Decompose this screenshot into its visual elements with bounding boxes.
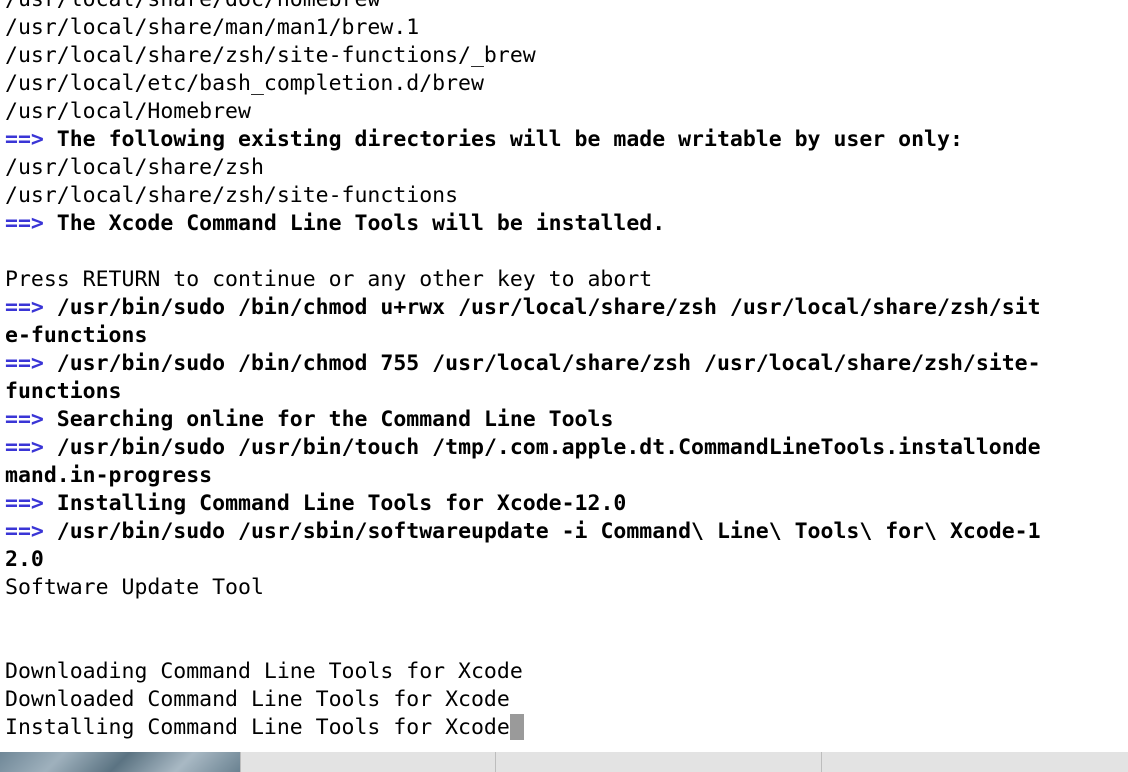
terminal-status-line: ==> The Xcode Command Line Tools will be…: [5, 210, 1041, 238]
terminal-line-text: Installing Command Line Tools for Xcode: [5, 715, 510, 740]
terminal-line: /usr/local/Homebrew: [5, 98, 1041, 126]
prompt-arrow: ==>: [5, 519, 44, 544]
terminal-line: Downloaded Command Line Tools for Xcode: [5, 686, 1041, 714]
terminal-line: /usr/local/etc/bash_completion.d/brew: [5, 70, 1041, 98]
terminal-line-text: Software Update Tool: [5, 575, 264, 600]
terminal-line-text: /usr/local/share/zsh: [5, 155, 264, 180]
terminal-status-line: ==> /usr/bin/sudo /bin/chmod 755 /usr/lo…: [5, 350, 1041, 378]
terminal-line: /usr/local/share/man/man1/brew.1: [5, 14, 1041, 42]
terminal-line-text: The Xcode Command Line Tools will be ins…: [56, 211, 666, 236]
terminal-line-text: Searching online for the Command Line To…: [56, 407, 614, 432]
background-window-edge[interactable]: [495, 752, 821, 772]
terminal-status-line: ==> Installing Command Line Tools for Xc…: [5, 490, 1041, 518]
terminal-line: Installing Command Line Tools for Xcode: [5, 714, 1041, 742]
terminal-line-text: Installing Command Line Tools for Xcode-…: [56, 491, 627, 516]
terminal-line-text: /usr/local/share/man/man1/brew.1: [5, 15, 420, 40]
terminal-line-text: Press RETURN to continue or any other ke…: [5, 267, 653, 292]
prompt-arrow: ==>: [5, 127, 44, 152]
terminal-line: mand.in-progress: [5, 462, 1041, 490]
text-cursor: [509, 714, 524, 740]
terminal-line-text: e-functions: [5, 323, 148, 348]
terminal-line-text: /usr/bin/sudo /usr/bin/touch /tmp/.com.a…: [56, 435, 1041, 460]
terminal-line-text: /usr/local/share/zsh/site-functions/_bre…: [5, 43, 536, 68]
terminal-line: /usr/local/share/doc/homebrew: [5, 0, 1041, 14]
terminal-line-text: /usr/bin/sudo /usr/sbin/softwareupdate -…: [56, 519, 1041, 544]
terminal-line: /usr/local/share/zsh/site-functions/_bre…: [5, 42, 1041, 70]
terminal-line-text: Downloaded Command Line Tools for Xcode: [5, 687, 510, 712]
background-window-edge[interactable]: [821, 752, 1128, 772]
terminal-line-text: /usr/bin/sudo /bin/chmod 755 /usr/local/…: [56, 351, 1041, 376]
terminal-line-text: The following existing directories will …: [56, 127, 963, 152]
terminal-status-line: ==> /usr/bin/sudo /usr/bin/touch /tmp/.c…: [5, 434, 1041, 462]
terminal-output: /usr/local/share/doc/homebrew/usr/local/…: [5, 0, 1041, 742]
terminal-line: /usr/local/share/zsh/site-functions: [5, 182, 1041, 210]
terminal-line-text: mand.in-progress: [5, 463, 213, 488]
terminal-line: /usr/local/share/zsh: [5, 154, 1041, 182]
terminal-line: Downloading Command Line Tools for Xcode: [5, 658, 1041, 686]
terminal-status-line: ==> /usr/bin/sudo /bin/chmod u+rwx /usr/…: [5, 294, 1041, 322]
terminal-line: e-functions: [5, 322, 1041, 350]
terminal-line-text: /usr/local/share/zsh/site-functions: [5, 183, 459, 208]
background-strip: [0, 752, 1128, 772]
prompt-arrow: ==>: [5, 295, 44, 320]
prompt-arrow: ==>: [5, 435, 44, 460]
terminal-line-text: functions: [5, 379, 122, 404]
terminal-line-text: /usr/local/share/doc/homebrew: [5, 0, 380, 12]
desktop-wallpaper: [0, 752, 240, 772]
terminal-line: functions: [5, 378, 1041, 406]
terminal-line-text: 2.0: [5, 547, 44, 572]
terminal-line: 2.0: [5, 546, 1041, 574]
terminal-line-text: /usr/local/Homebrew: [5, 99, 251, 124]
terminal-line-text: Downloading Command Line Tools for Xcode: [5, 659, 523, 684]
terminal-window[interactable]: /usr/local/share/doc/homebrew/usr/local/…: [0, 0, 1128, 752]
terminal-line-text: /usr/local/etc/bash_completion.d/brew: [5, 71, 484, 96]
terminal-status-line: ==> /usr/bin/sudo /usr/sbin/softwareupda…: [5, 518, 1041, 546]
terminal-status-line: ==> Searching online for the Command Lin…: [5, 406, 1041, 434]
prompt-arrow: ==>: [5, 351, 44, 376]
prompt-arrow: ==>: [5, 491, 44, 516]
terminal-line: Press RETURN to continue or any other ke…: [5, 266, 1041, 294]
prompt-arrow: ==>: [5, 211, 44, 236]
prompt-arrow: ==>: [5, 407, 44, 432]
terminal-line-text: /usr/bin/sudo /bin/chmod u+rwx /usr/loca…: [56, 295, 1041, 320]
terminal-line: Software Update Tool: [5, 574, 1041, 602]
terminal-status-line: ==> The following existing directories w…: [5, 126, 1041, 154]
background-window-edge[interactable]: [240, 752, 495, 772]
